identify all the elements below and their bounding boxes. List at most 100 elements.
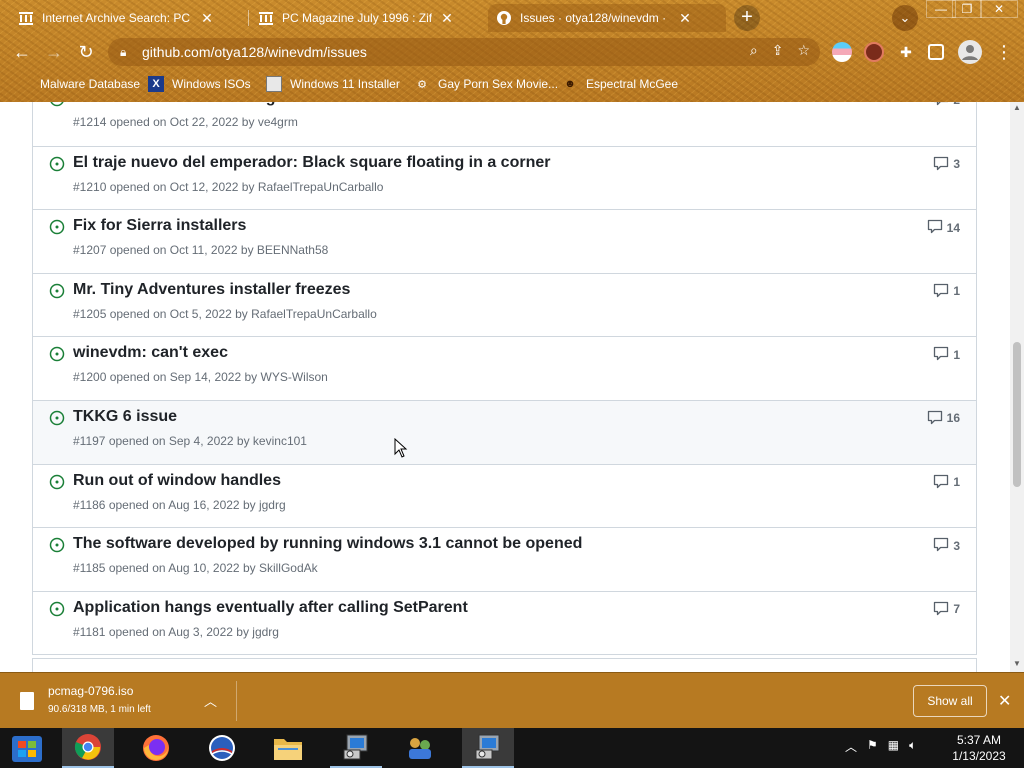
scroll-thumb[interactable] xyxy=(1013,342,1021,487)
issue-row[interactable]: The software developed by running window… xyxy=(33,527,976,591)
comment-count: 7 xyxy=(953,602,960,617)
volume-icon[interactable]: 🔈︎ xyxy=(909,738,916,755)
profile-icon[interactable] xyxy=(958,40,982,64)
show-all-button[interactable]: Show all xyxy=(913,685,987,717)
forward-button[interactable]: → xyxy=(42,40,66,64)
scroll-up-arrow[interactable]: ▲ xyxy=(1013,104,1021,112)
tab-search-button[interactable]: ⌄ xyxy=(892,5,918,31)
github-icon xyxy=(496,10,512,26)
issue-comments-link[interactable]: 2 xyxy=(933,102,960,109)
window-close-button[interactable]: ✕ xyxy=(980,0,1018,18)
close-icon[interactable]: ✕ xyxy=(200,10,214,27)
scrollbar[interactable]: ▲ ▼ xyxy=(1010,102,1024,672)
tab-pc-magazine[interactable]: PC Magazine July 1996 : Ziff Dav ✕ xyxy=(250,4,486,32)
issue-row-partial xyxy=(32,658,977,672)
issue-comments-link[interactable]: 3 xyxy=(933,536,960,555)
issue-title-link[interactable]: Run out of window handles xyxy=(73,472,281,490)
close-icon[interactable]: ✕ xyxy=(998,691,1011,711)
issue-row[interactable]: Mr. Tiny Adventures installer freezes #12… xyxy=(33,272,976,337)
tab-github-issues[interactable]: Issues · otya128/winevdm · GitHu ✕ xyxy=(488,4,726,32)
issue-row[interactable]: Fix for Sierra installers #1207 opened on… xyxy=(33,209,976,273)
x-icon: X xyxy=(148,76,164,92)
issue-meta: #1200 opened on Sep 14, 2022 by WYS-Wils… xyxy=(73,370,328,385)
issue-row[interactable]: Run out of window handles #1186 opened on… xyxy=(33,463,976,528)
url-text: github.com/otya128/winevdm/issues xyxy=(142,44,367,60)
issue-meta: #1214 opened on Oct 22, 2022 by ve4grm xyxy=(73,115,298,129)
back-button[interactable]: ← xyxy=(10,40,34,64)
comment-count: 14 xyxy=(946,220,960,235)
issue-row[interactable]: Castle of the Winds save game errors #121… xyxy=(33,102,976,146)
tab-archive-search[interactable]: Internet Archive Search: PC Mag ✕ xyxy=(10,4,246,32)
issue-row[interactable]: Application hangs eventually after calli… xyxy=(33,590,976,655)
installer-icon xyxy=(475,734,500,760)
chevron-up-icon[interactable]: ︿ xyxy=(204,691,217,710)
browser-toolbar: ← → ↻ 🔒︎ github.com/otya128/winevdm/issu… xyxy=(0,36,1024,68)
site-icon: ⚙ xyxy=(417,78,427,91)
flag-extension-icon[interactable] xyxy=(832,42,852,62)
comment-count: 3 xyxy=(953,538,960,553)
new-tab-button[interactable]: + xyxy=(734,5,760,31)
bookmark-star-icon[interactable]: ☆ xyxy=(797,42,810,59)
reload-button[interactable]: ↻ xyxy=(74,40,98,64)
comment-icon xyxy=(927,218,943,237)
extensions-icon[interactable]: ✚ xyxy=(896,42,916,62)
issue-opened-icon xyxy=(49,156,65,172)
scroll-down-arrow[interactable]: ▼ xyxy=(1013,660,1021,668)
download-filename[interactable]: pcmag-0796.iso xyxy=(48,684,133,698)
bookmark-site[interactable]: ⚙ Gay Porn Sex Movie... xyxy=(414,75,558,93)
taskbar-firefox[interactable] xyxy=(130,728,182,768)
search-icon[interactable]: ⌕ xyxy=(750,42,758,59)
clock[interactable]: 5:37 AM 1/13/2023 xyxy=(946,732,1012,764)
issue-title-link[interactable]: Castle of the Winds save game errors xyxy=(73,102,358,107)
issue-comments-link[interactable]: 1 xyxy=(933,282,960,301)
chrome-icon xyxy=(74,734,101,760)
network-icon[interactable]: ▦ xyxy=(888,738,899,755)
issue-title-link[interactable]: El traje nuevo del emperador: Black squa… xyxy=(73,154,550,172)
close-icon[interactable]: ✕ xyxy=(440,10,454,27)
avatar-icon: ☻ xyxy=(564,78,576,90)
issue-comments-link[interactable]: 1 xyxy=(933,473,960,492)
issue-title-link[interactable]: Fix for Sierra installers xyxy=(73,217,246,235)
issue-title-link[interactable]: Mr. Tiny Adventures installer freezes xyxy=(73,281,350,299)
issue-title-link[interactable]: winevdm: can't exec xyxy=(73,344,228,362)
issue-row[interactable]: El traje nuevo del emperador: Black squa… xyxy=(33,145,976,210)
issue-comments-link[interactable]: 3 xyxy=(933,155,960,174)
tray-chevron-icon[interactable]: ︿ xyxy=(845,738,857,755)
comment-icon xyxy=(933,102,949,109)
issue-meta: #1197 opened on Sep 4, 2022 by kevinc101 xyxy=(73,433,307,448)
lock-icon: 🔒︎ xyxy=(120,44,127,59)
issue-row[interactable]: winevdm: can't exec #1200 opened on Sep 1… xyxy=(33,336,976,400)
bookmark-espectral-mcgee[interactable]: ☻ Espectral McGee xyxy=(562,75,678,93)
taskbar-chrome[interactable] xyxy=(62,728,114,768)
address-bar[interactable]: 🔒︎ github.com/otya128/winevdm/issues ⌕ ⇪… xyxy=(108,38,820,66)
taskbar-campaign-app[interactable] xyxy=(196,728,248,768)
avatar-extension-icon[interactable] xyxy=(864,42,884,62)
issue-comments-link[interactable]: 7 xyxy=(933,600,960,619)
issue-comments-link[interactable]: 14 xyxy=(927,218,960,237)
close-icon[interactable]: ✕ xyxy=(678,10,692,27)
bookmark-malware-database[interactable]: Malware Database xyxy=(16,75,140,93)
issue-opened-icon xyxy=(49,601,65,617)
bookmark-windows-isos[interactable]: X Windows ISOs xyxy=(148,75,251,93)
issue-title-link[interactable]: Application hangs eventually after calli… xyxy=(73,599,468,617)
taskbar-setup-app-2[interactable] xyxy=(462,728,514,768)
restore-button[interactable]: ❐ xyxy=(952,0,982,18)
flag-icon[interactable]: ⚑ xyxy=(867,738,878,755)
taskbar: ︿ ⚑ ▦ 🔈︎ 5:37 AM 1/13/2023 xyxy=(0,728,1024,768)
share-icon[interactable]: ⇪ xyxy=(772,42,784,59)
bookmark-windows-11-installer[interactable]: Windows 11 Installer xyxy=(266,75,400,93)
side-panel-icon[interactable] xyxy=(928,44,944,60)
archive-icon xyxy=(18,10,34,26)
issue-comments-link[interactable]: 16 xyxy=(927,409,960,428)
menu-kebab-icon[interactable]: ⋮ xyxy=(992,40,1016,64)
start-button[interactable] xyxy=(8,732,46,766)
issue-title-link[interactable]: TKKG 6 issue xyxy=(73,408,177,426)
issue-title-link[interactable]: The software developed by running window… xyxy=(73,535,582,553)
system-tray: ︿ ⚑ ▦ 🔈︎ xyxy=(845,738,916,755)
taskbar-network-app[interactable] xyxy=(394,728,446,768)
issue-comments-link[interactable]: 1 xyxy=(933,345,960,364)
taskbar-file-explorer[interactable] xyxy=(262,728,314,768)
taskbar-setup-app[interactable] xyxy=(330,728,382,768)
issue-row[interactable]: TKKG 6 issue #1197 opened on Sep 4, 2022 … xyxy=(33,399,976,464)
bookmark-label: Windows 11 Installer xyxy=(290,77,400,91)
